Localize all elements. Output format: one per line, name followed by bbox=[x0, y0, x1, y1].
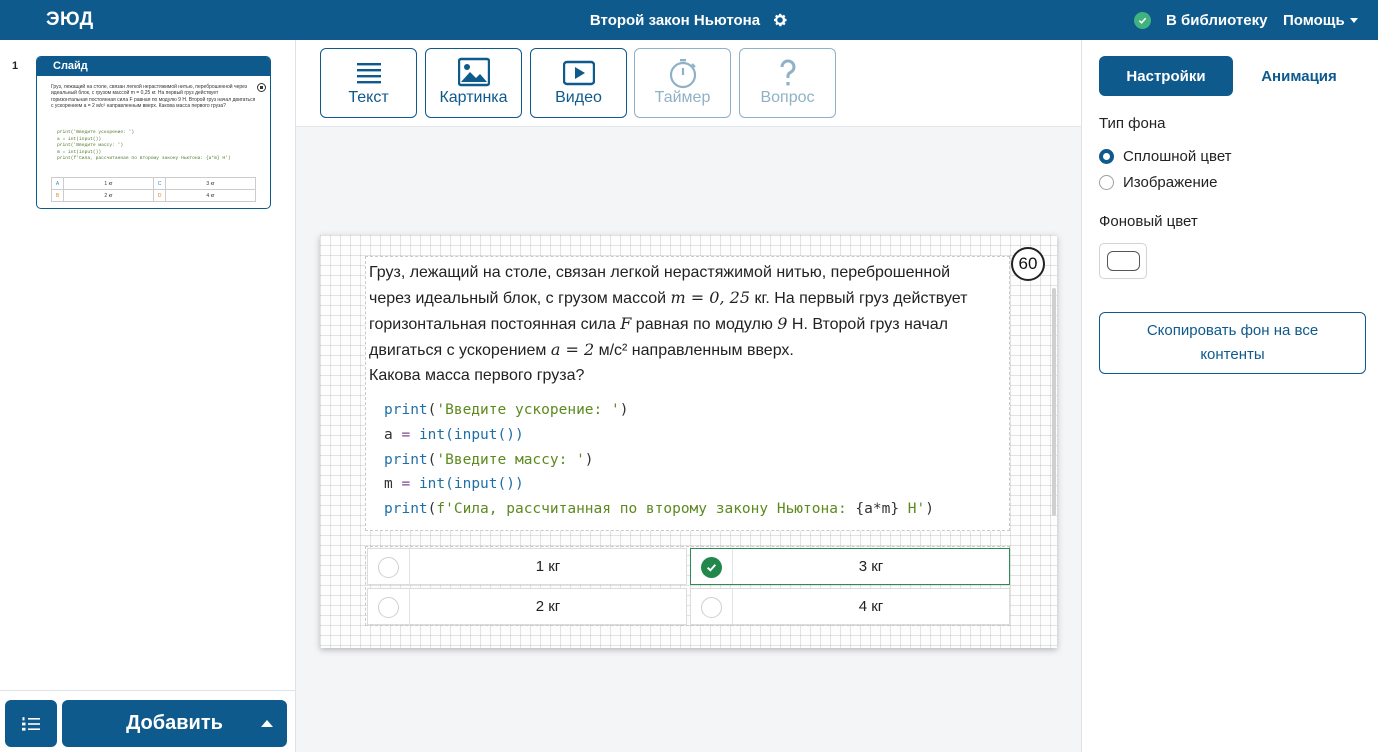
library-link-label: В библиотеку bbox=[1166, 11, 1268, 29]
add-slide-label: Добавить bbox=[126, 712, 223, 734]
copy-background-label-2: контенты bbox=[1200, 346, 1265, 363]
caret-down-icon bbox=[1349, 17, 1358, 23]
radio-selected-icon[interactable] bbox=[1099, 148, 1114, 164]
question-text: Груз, лежащий на столе, связан легкой не… bbox=[369, 260, 1009, 388]
slide-number: 1 bbox=[12, 60, 19, 72]
slide-thumbnail-code: print('Введите ускорение: ') a = int(inp… bbox=[57, 130, 257, 163]
tool-question-button[interactable]: Вопрос bbox=[739, 48, 836, 118]
copy-background-button[interactable]: Скопировать фон на все контенты bbox=[1099, 312, 1366, 374]
answer-radio[interactable] bbox=[378, 597, 399, 618]
slides-panel: 1 Слайд Груз, лежащий на столе, связан л… bbox=[0, 40, 296, 752]
tab-settings[interactable]: Настройки bbox=[1099, 56, 1233, 96]
check-circle-icon bbox=[1134, 11, 1151, 29]
thumb-answer-letter: A bbox=[51, 177, 64, 190]
math-force: F bbox=[620, 314, 632, 333]
tool-image-label: Картинка bbox=[439, 89, 508, 106]
top-bar: ЭЮД Второй закон Ньютона В библиотеку По… bbox=[0, 0, 1378, 40]
thumb-answer-letter: D bbox=[153, 189, 166, 202]
image-icon bbox=[458, 57, 490, 87]
answer-text: 2 кг bbox=[535, 598, 561, 615]
tool-timer-button[interactable]: Таймер bbox=[634, 48, 731, 118]
slide-thumbnail-answers: A 1 кг C 3 кг B 2 кг D 4 кг bbox=[51, 177, 256, 202]
background-color-label: Фоновый цвет bbox=[1099, 213, 1198, 230]
question-line: горизонтальная постоянная сила F равная … bbox=[369, 314, 948, 333]
timer-badge[interactable]: 60 bbox=[1011, 247, 1045, 281]
math-mass: m = 0, 25 bbox=[670, 288, 750, 307]
numbered-list-icon bbox=[22, 716, 40, 731]
question-block[interactable]: Груз, лежащий на столе, связан легкой не… bbox=[365, 256, 1056, 531]
bg-option-image[interactable]: Изображение bbox=[1099, 172, 1218, 192]
question-line: Груз, лежащий на столе, связан легкой не… bbox=[369, 264, 951, 281]
code-line: print('Введите ускорение: ') bbox=[384, 402, 629, 418]
app-logo[interactable]: ЭЮД bbox=[46, 9, 94, 31]
question-line: двигаться с ускорением a = 2 м/с² направ… bbox=[369, 340, 794, 359]
text-lines-icon bbox=[357, 63, 381, 84]
tool-timer-label: Таймер bbox=[654, 89, 711, 106]
tool-image-button[interactable]: Картинка bbox=[425, 48, 522, 118]
question-line: через идеальный блок, с грузом массой m … bbox=[369, 288, 968, 307]
help-menu[interactable]: Помощь bbox=[1283, 0, 1358, 40]
editor-area: Текст Картинка Видео Таймер Вопрос Груз,… bbox=[296, 40, 1081, 752]
slide-canvas[interactable]: Груз, лежащий на столе, связан легкой не… bbox=[320, 235, 1057, 648]
code-line: print(f'Сила, рассчитанная по второму за… bbox=[384, 501, 935, 518]
tool-text-label: Текст bbox=[348, 89, 389, 106]
code-line: a = int(input()) bbox=[384, 426, 524, 443]
tool-video-label: Видео bbox=[555, 89, 602, 106]
thumb-answer-text: 1 кг bbox=[63, 177, 154, 190]
stopwatch-icon bbox=[669, 59, 697, 89]
answer-option-correct[interactable]: 3 кг bbox=[690, 548, 1010, 585]
code-line: print('Введите массу: ') bbox=[384, 451, 594, 468]
thumb-answer-text: 3 кг bbox=[165, 177, 256, 190]
help-menu-label: Помощь bbox=[1283, 11, 1345, 29]
question-mark-icon bbox=[780, 59, 796, 86]
answer-radio[interactable] bbox=[701, 597, 722, 618]
answer-option[interactable]: 2 кг bbox=[367, 588, 687, 625]
tab-animation[interactable]: Анимация bbox=[1241, 56, 1357, 96]
caret-up-icon[interactable] bbox=[261, 720, 273, 727]
content-toolbar: Текст Картинка Видео Таймер Вопрос bbox=[296, 40, 1081, 127]
question-scrollbar[interactable] bbox=[1052, 288, 1056, 516]
slide-thumbnail[interactable]: Слайд Груз, лежащий на столе, связан лег… bbox=[36, 56, 271, 209]
answer-option[interactable]: 1 кг bbox=[367, 548, 687, 585]
answer-option[interactable]: 4 кг bbox=[690, 588, 1010, 625]
thumb-answer-letter: C bbox=[153, 177, 166, 190]
bg-option-image-label: Изображение bbox=[1123, 173, 1218, 191]
gear-icon[interactable] bbox=[772, 12, 788, 28]
thumb-answer-letter: B bbox=[51, 189, 64, 202]
color-swatch bbox=[1107, 251, 1140, 271]
check-circle-icon[interactable] bbox=[701, 557, 722, 578]
background-color-picker[interactable] bbox=[1099, 243, 1147, 279]
radio-icon[interactable] bbox=[1099, 174, 1114, 190]
thumb-code-line: print(f'Сила, рассчитанная по второму за… bbox=[57, 156, 231, 161]
tool-question-label: Вопрос bbox=[760, 89, 815, 106]
answer-text: 3 кг bbox=[858, 558, 884, 575]
tool-video-button[interactable]: Видео bbox=[530, 48, 627, 118]
answers-block: 1 кг 3 кг 2 кг 4 кг bbox=[365, 546, 1010, 626]
math-acceleration: a = 2 bbox=[550, 340, 595, 359]
stop-icon bbox=[257, 83, 266, 92]
add-slide-button[interactable]: Добавить bbox=[62, 700, 287, 747]
answer-text: 1 кг bbox=[535, 558, 561, 575]
code-line: m = int(input()) bbox=[384, 476, 524, 493]
copy-background-label: Скопировать фон на все bbox=[1146, 322, 1319, 339]
code-block: print('Введите ускорение: ') a = int(inpu… bbox=[384, 398, 934, 522]
answer-text: 4 кг bbox=[858, 598, 884, 615]
question-line: Какова масса первого груза? bbox=[369, 367, 585, 384]
document-title: Второй закон Ньютона bbox=[589, 11, 761, 29]
slide-list-button[interactable] bbox=[5, 700, 57, 747]
video-play-icon bbox=[563, 60, 595, 86]
slide-thumbnail-text: Груз, лежащий на столе, связан легкой не… bbox=[51, 84, 256, 109]
bg-option-solid-label: Сплошной цвет bbox=[1123, 147, 1232, 165]
tool-text-button[interactable]: Текст bbox=[320, 48, 417, 118]
math-force-value: 9 bbox=[777, 314, 788, 333]
thumb-answer-text: 4 кг bbox=[165, 189, 256, 202]
slide-thumbnail-title: Слайд bbox=[37, 57, 270, 76]
background-type-label: Тип фона bbox=[1099, 115, 1166, 132]
slides-actions: Добавить bbox=[0, 690, 295, 752]
thumb-answer-text: 2 кг bbox=[63, 189, 154, 202]
settings-panel: Настройки Анимация Тип фона Сплошной цве… bbox=[1081, 40, 1378, 752]
library-link[interactable]: В библиотеку bbox=[1134, 0, 1267, 40]
bg-option-solid[interactable]: Сплошной цвет bbox=[1099, 146, 1232, 166]
answer-radio[interactable] bbox=[378, 557, 399, 578]
